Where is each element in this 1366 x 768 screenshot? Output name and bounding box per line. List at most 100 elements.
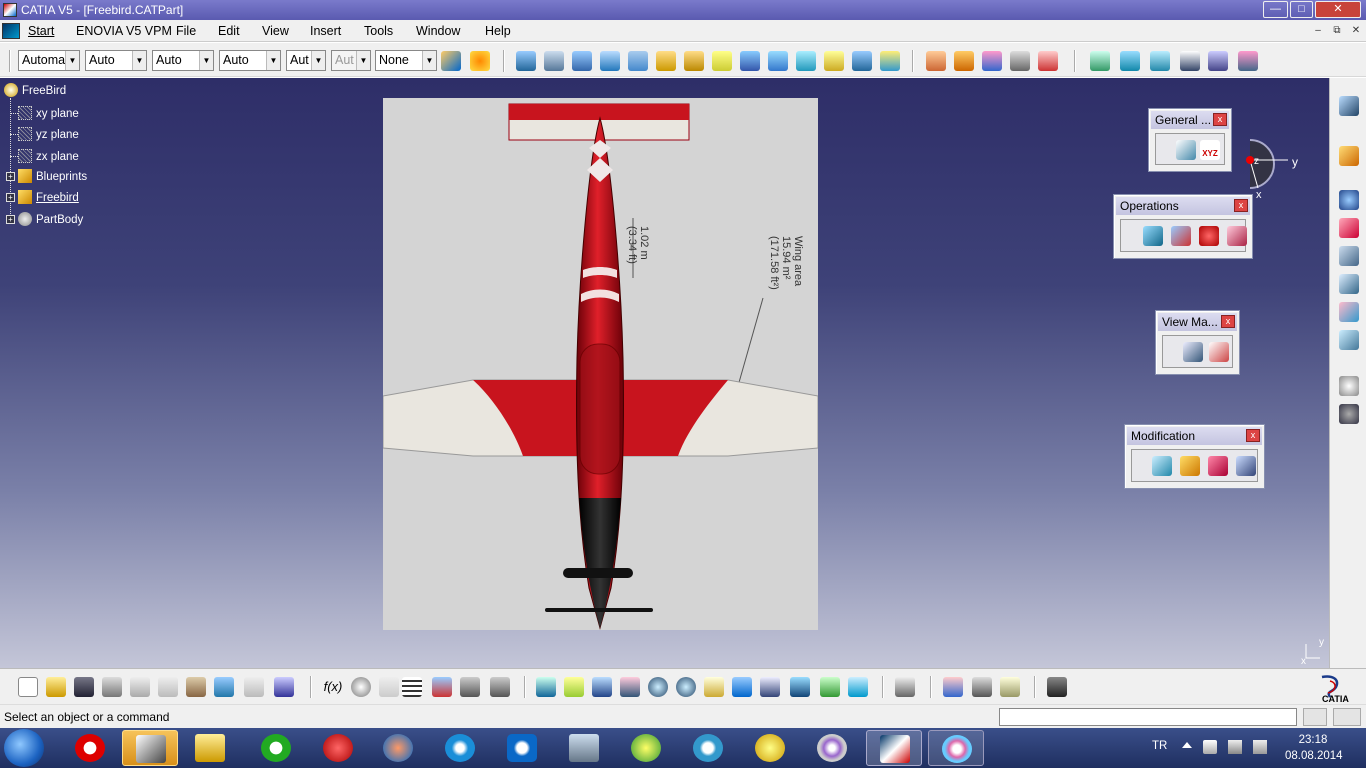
update-icon[interactable] xyxy=(1339,376,1359,396)
task-catia[interactable] xyxy=(866,730,922,766)
link-icon[interactable] xyxy=(379,677,399,697)
sphere-tool-icon[interactable] xyxy=(1339,190,1359,210)
transform-icon[interactable] xyxy=(1227,226,1247,246)
doc-restore-icon[interactable]: ⧉ xyxy=(1330,25,1344,37)
tree-item-blueprints[interactable]: Blueprints xyxy=(18,169,87,183)
pattern-icon[interactable] xyxy=(1199,226,1219,246)
task-utorrent[interactable] xyxy=(248,730,304,766)
extend-icon[interactable] xyxy=(1208,456,1228,476)
symmetry-icon[interactable] xyxy=(1208,51,1228,71)
box-tool-icon[interactable] xyxy=(1339,218,1359,238)
plane-icon[interactable] xyxy=(1120,51,1140,71)
task-calculator[interactable] xyxy=(556,730,612,766)
task-opera[interactable] xyxy=(62,730,118,766)
task-ccleaner[interactable] xyxy=(310,730,366,766)
layer-combo[interactable]: None ▼ xyxy=(375,50,437,71)
transparency-combo[interactable]: Auto ▼ xyxy=(85,50,147,71)
task-catia-launcher[interactable] xyxy=(122,730,178,766)
color-combo[interactable]: Automa ▼ xyxy=(18,50,80,71)
fit-all-icon[interactable] xyxy=(564,677,584,697)
split-operation-icon[interactable] xyxy=(1171,226,1191,246)
view-look-icon[interactable] xyxy=(1209,342,1229,362)
shading-icon[interactable] xyxy=(790,677,810,697)
cut-icon[interactable] xyxy=(130,677,150,697)
boundary-icon[interactable] xyxy=(880,51,900,71)
multi-view-icon[interactable] xyxy=(732,677,752,697)
knowledge-icon[interactable] xyxy=(432,677,452,697)
catia-menu-icon[interactable] xyxy=(2,23,20,39)
match-surface-icon[interactable] xyxy=(1180,456,1200,476)
control-points-icon[interactable] xyxy=(1152,456,1172,476)
split-icon[interactable] xyxy=(824,51,844,71)
analysis-icon[interactable] xyxy=(926,51,946,71)
curvature-icon[interactable] xyxy=(982,51,1002,71)
fly-mode-icon[interactable] xyxy=(536,677,556,697)
3d-compass-icon[interactable] xyxy=(895,677,915,697)
measure-item-icon[interactable] xyxy=(972,677,992,697)
close-icon[interactable]: x xyxy=(1221,315,1235,328)
revolve-icon[interactable] xyxy=(544,51,564,71)
command-button-2[interactable] xyxy=(1333,708,1361,726)
join-operation-icon[interactable] xyxy=(1143,226,1163,246)
measure-inertia-icon[interactable] xyxy=(1000,677,1020,697)
close-icon[interactable]: x xyxy=(1246,429,1260,442)
volume-icon[interactable] xyxy=(1253,740,1267,754)
menu-help[interactable]: Help xyxy=(485,24,511,38)
plane-tool-icon[interactable] xyxy=(1339,302,1359,322)
comment-icon[interactable] xyxy=(351,677,371,697)
copy-icon[interactable] xyxy=(158,677,178,697)
new-file-icon[interactable] xyxy=(18,677,38,697)
clock-date[interactable]: 08.08.2014 xyxy=(1285,750,1343,762)
expand-icon[interactable]: + xyxy=(6,172,15,181)
menu-view[interactable]: View xyxy=(262,24,289,38)
surface-tool-icon[interactable] xyxy=(1339,274,1359,294)
capture-camera-icon[interactable] xyxy=(1047,677,1067,697)
body-icon[interactable] xyxy=(1150,51,1170,71)
apply-material-icon[interactable] xyxy=(470,51,490,71)
close-button[interactable]: ✕ xyxy=(1315,1,1361,18)
iso-view-icon[interactable] xyxy=(760,677,780,697)
extrude-icon[interactable] xyxy=(516,51,536,71)
multi-section-icon[interactable] xyxy=(712,51,732,71)
blend-icon[interactable] xyxy=(740,51,760,71)
measure-between-icon[interactable] xyxy=(943,677,963,697)
tree-item-xy-plane[interactable]: xy plane xyxy=(18,106,79,120)
select-arrow-icon[interactable] xyxy=(1339,146,1359,166)
menu-file[interactable]: File xyxy=(176,24,196,38)
task-dvd[interactable] xyxy=(804,730,860,766)
open-folder-icon[interactable] xyxy=(46,677,66,697)
ruled-icon[interactable] xyxy=(1339,246,1359,266)
sphere-icon[interactable] xyxy=(572,51,592,71)
tree-root[interactable]: FreeBird xyxy=(4,83,66,97)
undo-icon[interactable] xyxy=(214,677,234,697)
join-icon[interactable] xyxy=(768,51,788,71)
pan-icon[interactable] xyxy=(592,677,612,697)
menu-window[interactable]: Window xyxy=(416,24,460,38)
close-icon[interactable]: x xyxy=(1213,113,1227,126)
panel-general[interactable]: General ... x XYZ xyxy=(1148,108,1232,172)
rotate-icon[interactable] xyxy=(620,677,640,697)
tray-expand-icon[interactable] xyxy=(1182,742,1192,748)
healing-icon[interactable] xyxy=(796,51,816,71)
clock-time[interactable]: 23:18 xyxy=(1285,734,1341,746)
redo-icon[interactable] xyxy=(244,677,264,697)
tree-item-freebird[interactable]: Freebird xyxy=(18,190,79,204)
tree-item-yz-plane[interactable]: yz plane xyxy=(18,127,79,141)
connect-checker-icon[interactable] xyxy=(1038,51,1058,71)
line-type-combo[interactable]: Auto ▼ xyxy=(219,50,281,71)
normal-view-icon[interactable] xyxy=(704,677,724,697)
expand-icon[interactable]: + xyxy=(6,215,15,224)
paste-icon[interactable] xyxy=(186,677,206,697)
minimize-button[interactable]: — xyxy=(1263,1,1288,18)
panel-view-manipulation[interactable]: View Ma... x xyxy=(1155,310,1240,375)
line-thickness-combo[interactable]: Auto ▼ xyxy=(152,50,214,71)
start-orb-icon[interactable] xyxy=(4,729,44,767)
command-input[interactable] xyxy=(999,708,1297,726)
hand-cursor-icon[interactable] xyxy=(1339,404,1359,424)
design-table-icon[interactable] xyxy=(402,677,422,697)
trim-icon[interactable] xyxy=(852,51,872,71)
catalog-icon[interactable] xyxy=(460,677,480,697)
painter-icon[interactable] xyxy=(441,51,461,71)
sketcher-icon[interactable] xyxy=(1180,51,1200,71)
hide-show-icon[interactable] xyxy=(820,677,840,697)
